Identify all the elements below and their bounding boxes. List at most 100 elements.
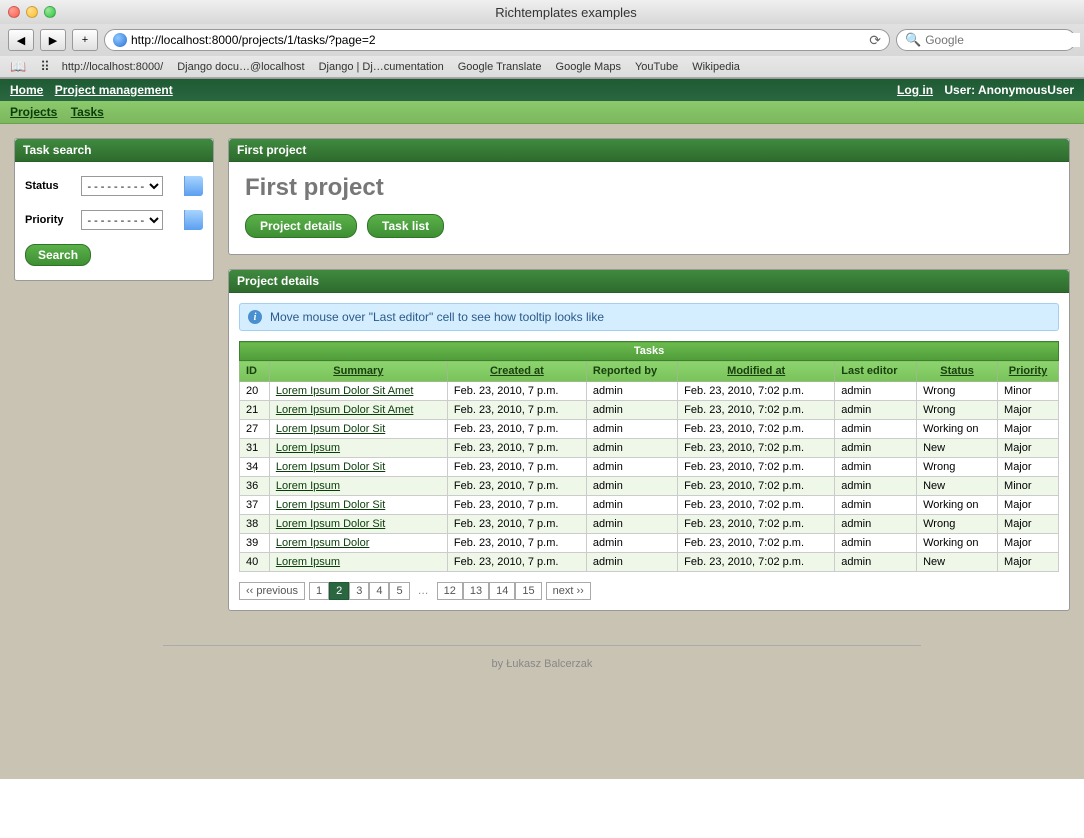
- window-title: Richtemplates examples: [56, 5, 1076, 20]
- cell-created: Feb. 23, 2010, 7 p.m.: [447, 439, 586, 458]
- col-status[interactable]: Status: [940, 365, 974, 377]
- task-summary-link[interactable]: Lorem Ipsum Dolor Sit: [276, 499, 385, 511]
- page-14[interactable]: 14: [489, 582, 515, 600]
- table-row: 20Lorem Ipsum Dolor Sit AmetFeb. 23, 201…: [240, 382, 1059, 401]
- cell-status: Working on: [917, 420, 998, 439]
- cell-modified: Feb. 23, 2010, 7:02 p.m.: [678, 534, 835, 553]
- task-summary-link[interactable]: Lorem Ipsum: [276, 556, 340, 568]
- cell-editor[interactable]: admin: [835, 458, 917, 477]
- cell-editor[interactable]: admin: [835, 515, 917, 534]
- forward-button[interactable]: ▶: [40, 29, 66, 51]
- cell-editor[interactable]: admin: [835, 439, 917, 458]
- nav-home[interactable]: Home: [10, 83, 43, 97]
- cell-reported: admin: [586, 420, 677, 439]
- priority-select[interactable]: ---------: [81, 210, 163, 230]
- task-summary-link[interactable]: Lorem Ipsum Dolor: [276, 537, 370, 549]
- col-summary[interactable]: Summary: [333, 365, 383, 377]
- task-summary-link[interactable]: Lorem Ipsum Dolor Sit Amet: [276, 385, 414, 397]
- bookmark-item[interactable]: Google Translate: [458, 61, 542, 73]
- search-button[interactable]: Search: [25, 244, 91, 266]
- cell-priority: Minor: [998, 382, 1059, 401]
- bookmark-item[interactable]: Django | Dj…cumentation: [319, 61, 444, 73]
- cell-editor[interactable]: admin: [835, 382, 917, 401]
- table-row: 36Lorem IpsumFeb. 23, 2010, 7 p.m.adminF…: [240, 477, 1059, 496]
- subnav-projects[interactable]: Projects: [10, 105, 57, 119]
- cell-id: 38: [240, 515, 270, 534]
- nav-project-management[interactable]: Project management: [55, 83, 173, 97]
- cell-modified: Feb. 23, 2010, 7:02 p.m.: [678, 553, 835, 572]
- page-1[interactable]: 1: [309, 582, 329, 600]
- info-text: Move mouse over "Last editor" cell to se…: [270, 310, 604, 324]
- cell-status: Working on: [917, 496, 998, 515]
- project-panel-head: First project: [229, 139, 1069, 162]
- info-icon: i: [248, 310, 262, 324]
- task-summary-link[interactable]: Lorem Ipsum Dolor Sit: [276, 461, 385, 473]
- col-created[interactable]: Created at: [490, 365, 544, 377]
- cell-reported: admin: [586, 458, 677, 477]
- page-12[interactable]: 12: [437, 582, 463, 600]
- page-next[interactable]: next ››: [546, 582, 591, 600]
- footer-text: by Łukasz Balcerzak: [492, 658, 593, 670]
- bookmark-item[interactable]: YouTube: [635, 61, 678, 73]
- cell-editor[interactable]: admin: [835, 496, 917, 515]
- minimize-window-button[interactable]: [26, 6, 38, 18]
- project-details-button[interactable]: Project details: [245, 214, 357, 238]
- task-list-button[interactable]: Task list: [367, 214, 444, 238]
- cell-priority: Major: [998, 420, 1059, 439]
- page-prev[interactable]: ‹‹ previous: [239, 582, 305, 600]
- bookmark-item[interactable]: Google Maps: [556, 61, 621, 73]
- cell-editor[interactable]: admin: [835, 420, 917, 439]
- add-bookmark-button[interactable]: +: [72, 29, 98, 51]
- zoom-window-button[interactable]: [44, 6, 56, 18]
- page-5[interactable]: 5: [389, 582, 409, 600]
- col-modified[interactable]: Modified at: [727, 365, 785, 377]
- task-summary-link[interactable]: Lorem Ipsum: [276, 442, 340, 454]
- browser-search-bar[interactable]: 🔍: [896, 29, 1076, 51]
- titlebar: Richtemplates examples: [0, 0, 1084, 24]
- url-bar[interactable]: ⟳: [104, 29, 890, 51]
- cell-editor[interactable]: admin: [835, 534, 917, 553]
- bookmark-item[interactable]: http://localhost:8000/: [62, 61, 164, 73]
- subnav-tasks[interactable]: Tasks: [71, 105, 104, 119]
- cell-editor[interactable]: admin: [835, 477, 917, 496]
- cell-created: Feb. 23, 2010, 7 p.m.: [447, 458, 586, 477]
- reload-icon[interactable]: ⟳: [869, 32, 881, 49]
- page-3[interactable]: 3: [349, 582, 369, 600]
- cell-editor[interactable]: admin: [835, 401, 917, 420]
- page-4[interactable]: 4: [369, 582, 389, 600]
- table-row: 38 Lorem Ipsum Dolor Sit Feb. 23, 2010, 7 …: [240, 515, 1059, 534]
- bookmark-item[interactable]: Wikipedia: [692, 61, 740, 73]
- browser-search-input[interactable]: [925, 33, 1080, 47]
- apps-icon[interactable]: ⠿: [40, 59, 48, 75]
- cell-created: Feb. 23, 2010, 7 p.m.: [447, 515, 586, 534]
- cell-modified: Feb. 23, 2010, 7:02 p.m.: [678, 439, 835, 458]
- url-input[interactable]: [131, 33, 865, 47]
- table-row: 40Lorem IpsumFeb. 23, 2010, 7 p.m.adminF…: [240, 553, 1059, 572]
- cell-created: Feb. 23, 2010, 7 p.m.: [447, 496, 586, 515]
- cell-id: 37: [240, 496, 270, 515]
- back-button[interactable]: ◀: [8, 29, 34, 51]
- task-summary-link[interactable]: Lorem Ipsum Dolor Sit Amet: [276, 404, 414, 416]
- status-select[interactable]: ---------: [81, 176, 163, 196]
- page-2[interactable]: 2: [329, 582, 349, 600]
- task-search-panel: Task search Status --------- Priority --…: [14, 138, 214, 281]
- table-row: 21Lorem Ipsum Dolor Sit AmetFeb. 23, 201…: [240, 401, 1059, 420]
- login-link[interactable]: Log in: [897, 83, 933, 97]
- task-summary-link[interactable]: Lorem Ipsum: [276, 480, 340, 492]
- cell-priority: Major: [998, 496, 1059, 515]
- project-panel: First project First project Project deta…: [228, 138, 1070, 255]
- cell-id: 40: [240, 553, 270, 572]
- open-book-icon[interactable]: 📖: [10, 59, 26, 75]
- cell-editor[interactable]: admin: [835, 553, 917, 572]
- col-priority[interactable]: Priority: [1009, 365, 1048, 377]
- page-15[interactable]: 15: [515, 582, 541, 600]
- close-window-button[interactable]: [8, 6, 20, 18]
- cell-modified: Feb. 23, 2010, 7:02 p.m.: [678, 401, 835, 420]
- table-row: 34Lorem Ipsum Dolor SitFeb. 23, 2010, 7 …: [240, 458, 1059, 477]
- search-icon: 🔍: [905, 32, 921, 48]
- task-summary-link[interactable]: Lorem Ipsum Dolor Sit: [276, 518, 385, 530]
- task-summary-link[interactable]: Lorem Ipsum Dolor Sit: [276, 423, 385, 435]
- info-box: i Move mouse over "Last editor" cell to …: [239, 303, 1059, 331]
- bookmark-item[interactable]: Django docu…@localhost: [177, 61, 304, 73]
- page-13[interactable]: 13: [463, 582, 489, 600]
